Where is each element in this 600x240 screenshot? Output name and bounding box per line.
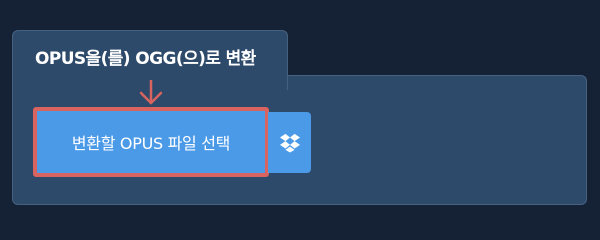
select-opus-file-button[interactable]: 변환할 OPUS 파일 선택 bbox=[37, 111, 265, 173]
dropbox-button[interactable] bbox=[268, 112, 311, 173]
converter-page: OPUS을(를) OGG(으)로 변환 변환할 OPUS 파일 선택 bbox=[0, 0, 600, 230]
dropbox-icon bbox=[279, 133, 300, 153]
converter-title: OPUS을(를) OGG(으)로 변환 bbox=[35, 49, 256, 69]
arrow-down-icon bbox=[139, 80, 163, 105]
